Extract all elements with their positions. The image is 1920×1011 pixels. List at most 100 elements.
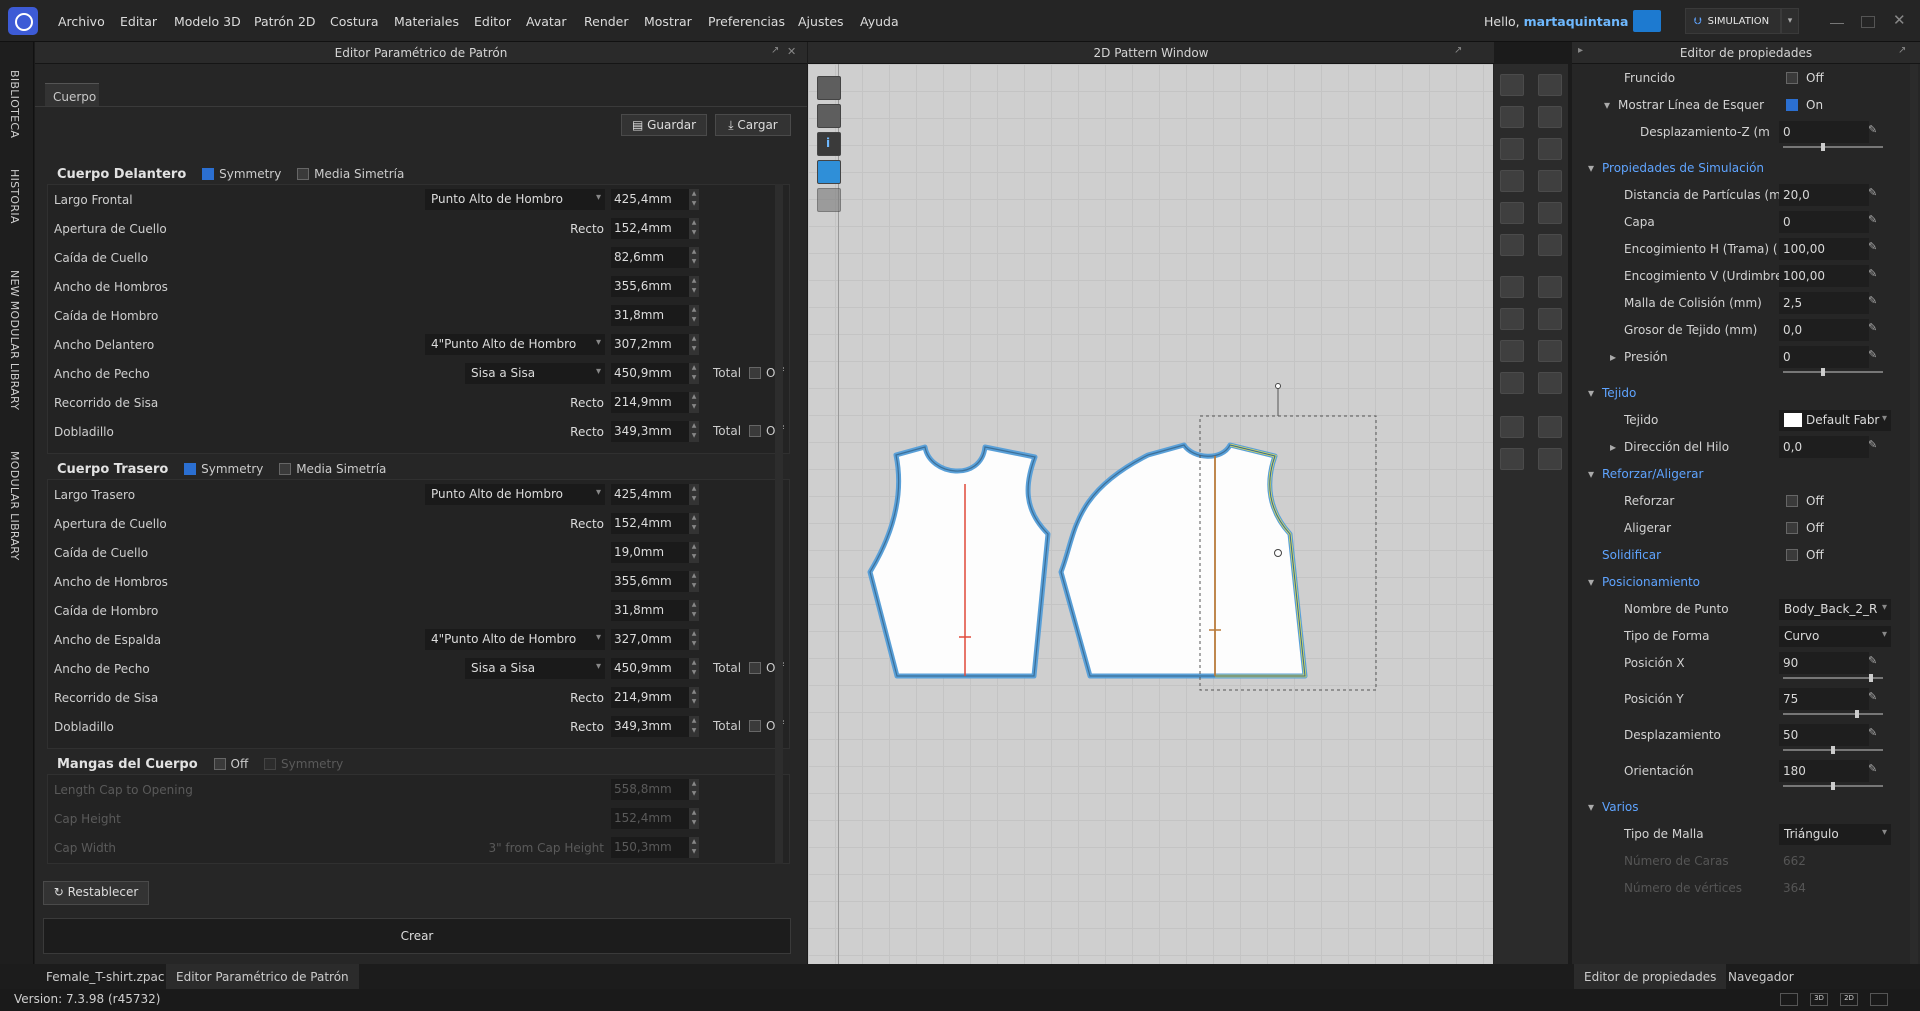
pin-icon[interactable]: ▸ <box>1578 45 1583 56</box>
menu-item[interactable]: Editar <box>120 14 157 29</box>
side-tab[interactable]: HISTORIA <box>8 169 21 224</box>
side-tab[interactable]: MODULAR LIBRARY <box>8 451 21 561</box>
total-toggle[interactable]: TotalOff <box>713 661 784 675</box>
property-value[interactable]: 75 <box>1783 692 1798 706</box>
property-select[interactable]: Curvo <box>1779 626 1891 647</box>
property-value[interactable]: 90 <box>1783 656 1798 670</box>
edit-pen-icon[interactable]: ✎ <box>1868 726 1880 739</box>
total-toggle[interactable]: TotalOff <box>713 719 784 733</box>
property-slider[interactable] <box>1783 674 1883 682</box>
spinner-icon[interactable]: ▲ ▼ <box>689 716 699 737</box>
dart-icon[interactable] <box>1500 170 1524 192</box>
parameter-mode[interactable]: Recto <box>570 517 604 531</box>
spinner-icon[interactable]: ▲ ▼ <box>689 218 699 239</box>
edit-pen-icon[interactable]: ✎ <box>1868 213 1880 226</box>
checkbox-icon[interactable] <box>1786 72 1798 84</box>
view-3d-icon[interactable]: 3D <box>1810 993 1828 1006</box>
menu-item[interactable]: Materiales <box>394 14 459 29</box>
parameter-mode[interactable]: Recto <box>570 222 604 236</box>
zip-icon[interactable] <box>1538 372 1562 394</box>
parameter-mode[interactable]: Recto <box>570 425 604 439</box>
parameter-value-input[interactable]: 152,4mm <box>611 218 689 239</box>
spinner-icon[interactable]: ▲ ▼ <box>689 542 699 563</box>
parameter-dropdown[interactable]: Punto Alto de Hombro <box>425 484 605 505</box>
slider-handle[interactable] <box>1855 710 1859 718</box>
spinner-icon[interactable]: ▲ ▼ <box>689 305 699 326</box>
slider-handle[interactable] <box>1821 143 1826 151</box>
parameter-value-input[interactable]: 450,9mm <box>611 363 689 384</box>
front-symmetry-toggle[interactable]: Symmetry <box>202 167 281 181</box>
view-2d-icon[interactable]: 2D <box>1840 993 1858 1006</box>
reset-button[interactable]: ↻ Restablecer <box>43 881 149 905</box>
float-panel-icon[interactable]: ↗ <box>1454 45 1462 56</box>
menu-item[interactable]: Costura <box>330 14 379 29</box>
app-logo-icon[interactable] <box>8 7 38 35</box>
property-slider[interactable] <box>1783 710 1883 718</box>
parameter-value-input[interactable]: 355,6mm <box>611 571 689 592</box>
parameter-mode[interactable]: 3" from Cap Height <box>488 841 604 855</box>
total-toggle[interactable]: TotalOff <box>713 366 784 380</box>
back-symmetry-toggle[interactable]: Symmetry <box>184 462 263 476</box>
property-value[interactable]: 180 <box>1783 764 1806 778</box>
menu-item[interactable]: Preferencias <box>708 14 785 29</box>
property-input-box[interactable] <box>1779 346 1869 368</box>
notch-icon[interactable] <box>1538 170 1562 192</box>
expand-arrow-icon[interactable]: ▸ <box>1610 440 1616 454</box>
spinner-icon[interactable]: ▲ ▼ <box>689 600 699 621</box>
property-value[interactable]: 0,0 <box>1783 323 1802 337</box>
collapse-arrow-icon[interactable]: ▾ <box>1588 467 1594 481</box>
edit-pen-icon[interactable]: ✎ <box>1868 267 1880 280</box>
annotation-icon[interactable] <box>1538 234 1562 256</box>
edit-point-icon[interactable] <box>1538 74 1562 96</box>
spinner-icon[interactable]: ▲ ▼ <box>689 629 699 650</box>
parameter-value-input[interactable]: 152,4mm <box>611 513 689 534</box>
spinner-icon[interactable]: ▲ ▼ <box>689 687 699 708</box>
checkbox-icon[interactable] <box>1786 522 1798 534</box>
property-slider[interactable] <box>1783 782 1883 790</box>
scrollbar[interactable] <box>775 184 783 864</box>
tab-parametric-editor[interactable]: Editor Paramétrico de Patrón <box>166 964 359 989</box>
property-value[interactable]: 2,5 <box>1783 296 1802 310</box>
mode-dropdown-icon[interactable]: ▾ <box>1781 8 1799 34</box>
parameter-value-input[interactable]: 558,8mm <box>611 779 689 800</box>
select-icon[interactable] <box>1500 74 1524 96</box>
ruler-icon[interactable] <box>1538 202 1562 224</box>
sewing-icon[interactable] <box>1538 340 1562 362</box>
spinner-icon[interactable]: ▲ ▼ <box>689 334 699 355</box>
property-slider[interactable] <box>1783 143 1883 151</box>
menu-item[interactable]: Mostrar <box>644 14 692 29</box>
menu-item[interactable]: Editor <box>474 14 511 29</box>
menu-item[interactable]: Render <box>584 14 629 29</box>
side-tab[interactable]: NEW MODULAR LIBRARY <box>8 270 21 410</box>
tab-navigator[interactable]: Navegador <box>1718 964 1804 989</box>
button-icon[interactable] <box>1500 416 1524 438</box>
ellipse-icon[interactable] <box>1500 138 1524 160</box>
edit-pen-icon[interactable]: ✎ <box>1868 321 1880 334</box>
property-value[interactable]: 0 <box>1783 215 1791 229</box>
grainline-icon[interactable] <box>1500 202 1524 224</box>
parameter-value-input[interactable]: 327,0mm <box>611 629 689 650</box>
parameter-value-input[interactable]: 425,4mm <box>611 484 689 505</box>
spinner-icon[interactable]: ▲ ▼ <box>689 658 699 679</box>
edit-pen-icon[interactable]: ✎ <box>1868 690 1880 703</box>
parameter-value-input[interactable]: 214,9mm <box>611 687 689 708</box>
expand-arrow-icon[interactable]: ▸ <box>1610 350 1616 364</box>
parameter-dropdown[interactable]: 4"Punto Alto de Hombro <box>425 334 605 355</box>
parameter-mode[interactable]: Recto <box>570 396 604 410</box>
menu-item[interactable]: Ajustes <box>798 14 844 29</box>
tab-file[interactable]: Female_T-shirt.zpac <box>36 964 174 989</box>
side-tab[interactable]: BIBLIOTECA <box>8 70 21 138</box>
collapse-arrow-icon[interactable]: ▾ <box>1588 575 1594 589</box>
property-value[interactable]: 0 <box>1783 350 1791 364</box>
parameter-value-input[interactable]: 19,0mm <box>611 542 689 563</box>
topstitch-icon[interactable] <box>1500 448 1524 470</box>
front-half-symmetry-toggle[interactable]: Media Simetría <box>297 167 404 181</box>
pin-icon[interactable] <box>1500 308 1524 330</box>
create-button[interactable]: Crear <box>43 918 791 954</box>
parameter-value-input[interactable]: 349,3mm <box>611 716 689 737</box>
parameter-value-input[interactable]: 307,2mm <box>611 334 689 355</box>
close-panel-icon[interactable]: ✕ <box>787 45 796 58</box>
checkbox-icon[interactable] <box>1786 549 1798 561</box>
menu-item[interactable]: Patrón 2D <box>254 14 316 29</box>
internal-shape-icon[interactable] <box>1538 138 1562 160</box>
